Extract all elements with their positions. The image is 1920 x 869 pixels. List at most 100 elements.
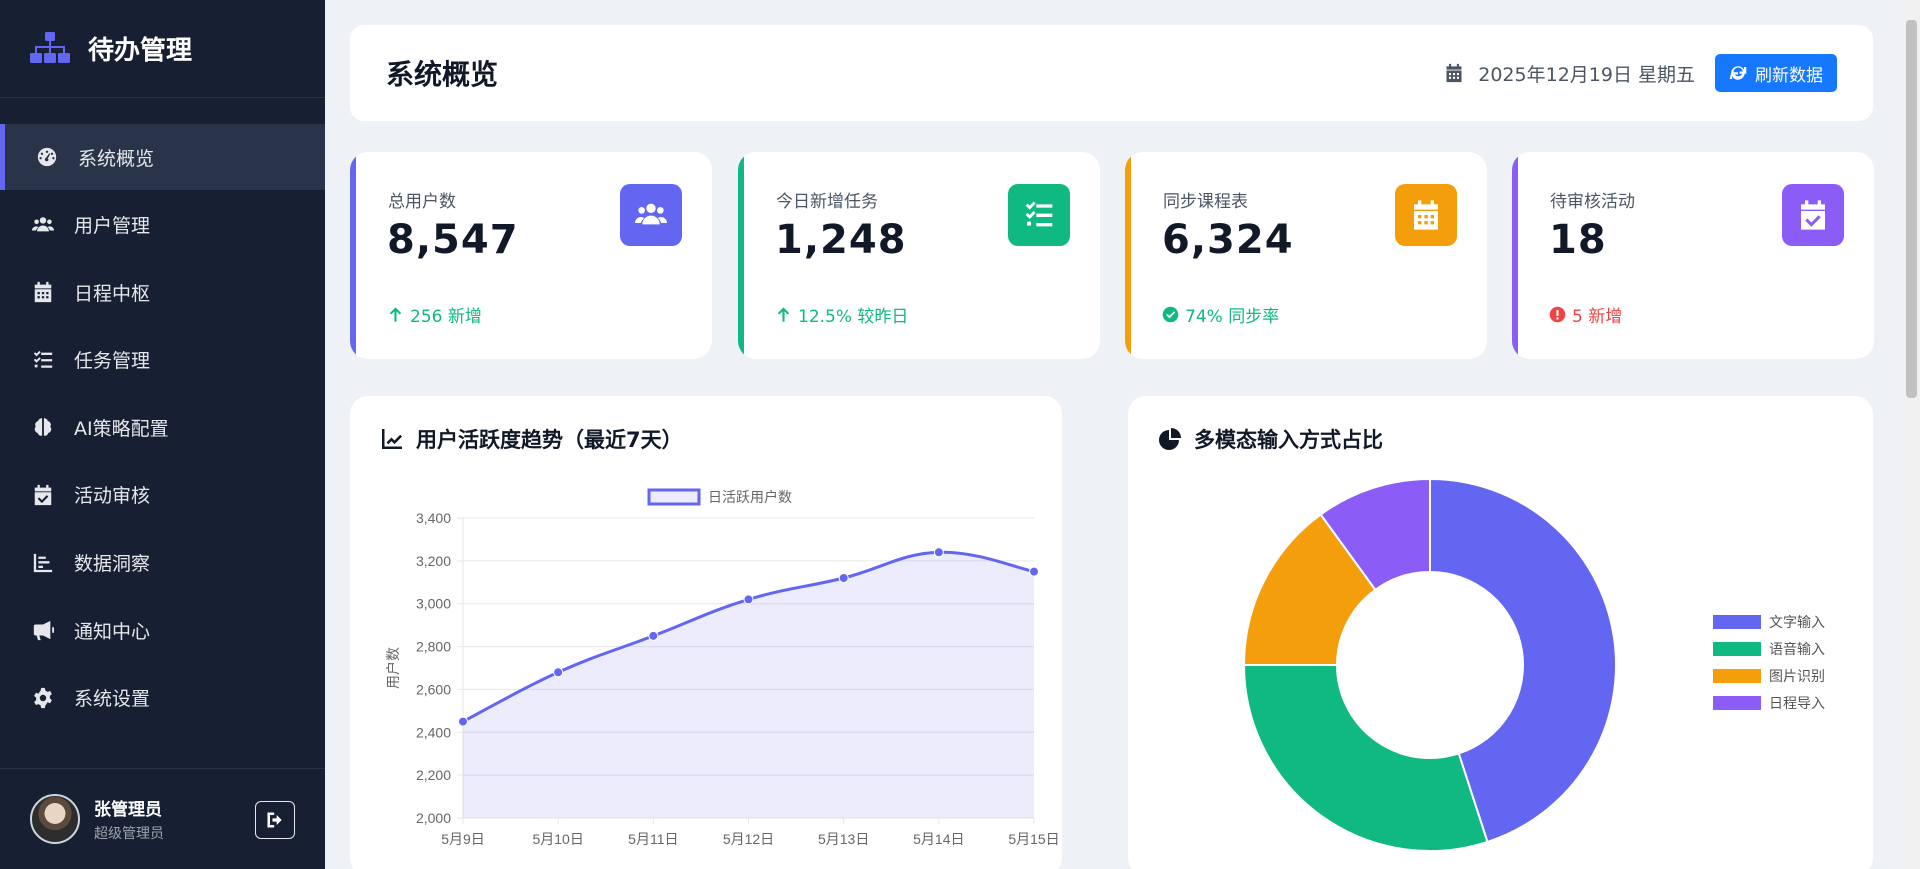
- user-profile: 张管理员 超级管理员: [0, 768, 325, 869]
- users-icon: [620, 184, 682, 246]
- y-tick-label: 2,000: [416, 810, 451, 826]
- data-point: [458, 716, 468, 727]
- line-chart: 2,000 2,200 2,400 2,600 2,800 3,000 3,200 3,400…: [385, 488, 1060, 847]
- y-tick-label: 3,200: [416, 553, 451, 569]
- card-accent: [350, 152, 356, 359]
- gear-icon: [30, 685, 56, 711]
- x-tick-label: 5月15日: [1008, 831, 1059, 847]
- card-accent: [738, 152, 744, 359]
- y-axis-label: 用户数: [385, 647, 401, 689]
- sidebar-item-label: 用户管理: [74, 215, 151, 238]
- calendar-check-icon: [1782, 184, 1844, 246]
- y-tick-label: 3,000: [416, 596, 451, 612]
- stat-trend-text: 5 新增: [1572, 307, 1623, 327]
- brain-icon: [30, 414, 56, 440]
- legend-item[interactable]: 语音输入: [1713, 635, 1825, 662]
- x-tick-label: 5月10日: [532, 831, 583, 847]
- legend-item[interactable]: 日程导入: [1713, 689, 1825, 716]
- avatar[interactable]: [30, 794, 80, 844]
- brand[interactable]: 待办管理: [0, 0, 325, 98]
- task-list-icon: [1008, 184, 1070, 246]
- stat-value: 1,248: [775, 217, 907, 263]
- sidebar-item-label: 任务管理: [74, 350, 151, 373]
- legend-swatch: [1713, 614, 1761, 629]
- refresh-label: 刷新数据: [1755, 65, 1823, 86]
- legend-item[interactable]: 图片识别: [1713, 662, 1825, 689]
- stat-label: 待审核活动: [1550, 192, 1635, 212]
- check-circle-icon: [1162, 306, 1179, 323]
- legend-swatch: [1713, 695, 1761, 710]
- dashboard-icon: [34, 144, 60, 170]
- legend-label: 日活跃用户数: [708, 489, 792, 505]
- sidebar-item-label: 系统设置: [74, 688, 151, 711]
- app-title: 待办管理: [88, 36, 193, 66]
- x-tick-label: 5月14日: [913, 831, 964, 847]
- sidebar-item-tasks[interactable]: 任务管理: [0, 327, 325, 393]
- alert-circle-icon: [1549, 306, 1566, 323]
- y-tick-label: 2,800: [416, 639, 451, 655]
- stat-card-pending-activities[interactable]: 待审核活动 18 5 新增: [1512, 152, 1874, 359]
- bar-chart-icon: [30, 550, 56, 576]
- legend-item[interactable]: 文字输入: [1713, 608, 1825, 635]
- card-accent: [1512, 152, 1518, 359]
- stat-trend-text: 256 新增: [410, 307, 482, 327]
- x-tick-label: 5月12日: [723, 831, 774, 847]
- y-tick-label: 2,400: [416, 724, 451, 740]
- stat-value: 6,324: [1162, 217, 1294, 263]
- stat-value: 8,547: [387, 217, 519, 263]
- sidebar-item-label: AI策略配置: [74, 417, 169, 440]
- calendar-check-icon: [30, 482, 56, 508]
- page-scrollbar[interactable]: [1902, 0, 1920, 869]
- x-tick-label: 5月11日: [628, 831, 678, 847]
- sidebar-item-data-insights[interactable]: 数据洞察: [0, 530, 325, 596]
- sidebar-item-activity-review[interactable]: 活动审核: [0, 462, 325, 528]
- y-tick-label: 2,600: [416, 681, 451, 697]
- series-area: [463, 552, 1034, 818]
- stat-label: 同步课程表: [1163, 192, 1248, 212]
- activity-trend-panel: 用户活跃度趋势（最近7天） 2,000 2,200 2,400 2,600 2,800 3…: [350, 396, 1062, 869]
- sidebar-item-settings[interactable]: 系统设置: [0, 665, 325, 731]
- sidebar-nav: 系统概览 用户管理 日程中枢 任务管理 AI策略配置 活动审核 数据洞察 通知中…: [0, 98, 325, 731]
- legend-label: 文字输入: [1769, 614, 1825, 631]
- logout-button[interactable]: [255, 801, 295, 839]
- org-chart-icon: [30, 31, 70, 63]
- user-name: 张管理员: [94, 800, 162, 820]
- scrollbar-thumb[interactable]: [1906, 20, 1917, 398]
- legend-swatch: [1713, 641, 1761, 656]
- stat-trend-text: 12.5% 较昨日: [798, 307, 909, 327]
- stat-value: 18: [1549, 217, 1607, 263]
- sidebar-item-label: 数据洞察: [74, 553, 151, 576]
- logout-icon: [267, 812, 282, 828]
- megaphone-icon: [30, 617, 56, 643]
- stat-trend: 12.5% 较昨日: [775, 302, 908, 327]
- stat-label: 总用户数: [388, 192, 456, 212]
- arrow-up-icon: [777, 307, 790, 322]
- refresh-icon: [1729, 66, 1747, 80]
- date-text: 2025年12月19日 星期五: [1478, 63, 1695, 86]
- calendar-icon: [1395, 184, 1457, 246]
- calendar-icon: [1446, 63, 1462, 83]
- sidebar-item-label: 活动审核: [74, 485, 151, 508]
- y-tick-label: 3,400: [416, 510, 451, 526]
- sidebar: 待办管理 系统概览 用户管理 日程中枢 任务管理 AI策略配置 活动审核 数据洞…: [0, 0, 325, 869]
- legend-label: 语音输入: [1769, 641, 1825, 658]
- stat-card-new-tasks[interactable]: 今日新增任务 1,248 12.5% 较昨日: [738, 152, 1100, 359]
- sidebar-item-users[interactable]: 用户管理: [0, 192, 325, 258]
- task-list-icon: [30, 347, 56, 373]
- sidebar-item-notifications[interactable]: 通知中心: [0, 597, 325, 663]
- data-point: [838, 573, 849, 583]
- sidebar-item-ai-strategy[interactable]: AI策略配置: [0, 394, 325, 460]
- input-mode-panel: 多模态输入方式占比 文字输入 语音输入 图片识别 日程导入: [1128, 396, 1873, 869]
- stat-card-total-users[interactable]: 总用户数 8,547 256 新增: [350, 152, 712, 359]
- arrow-up-icon: [389, 307, 402, 322]
- sidebar-item-overview[interactable]: 系统概览: [0, 124, 325, 190]
- refresh-button[interactable]: 刷新数据: [1715, 54, 1837, 92]
- calendar-icon: [30, 279, 56, 305]
- stat-card-synced-schedules[interactable]: 同步课程表 6,324 74% 同步率: [1125, 152, 1487, 359]
- sidebar-item-label: 通知中心: [74, 620, 151, 643]
- user-role: 超级管理员: [94, 826, 164, 842]
- legend-swatch: [647, 488, 701, 506]
- sidebar-item-schedule[interactable]: 日程中枢: [0, 259, 325, 325]
- stat-trend: 5 新增: [1549, 302, 1622, 327]
- x-tick-label: 5月9日: [441, 831, 485, 847]
